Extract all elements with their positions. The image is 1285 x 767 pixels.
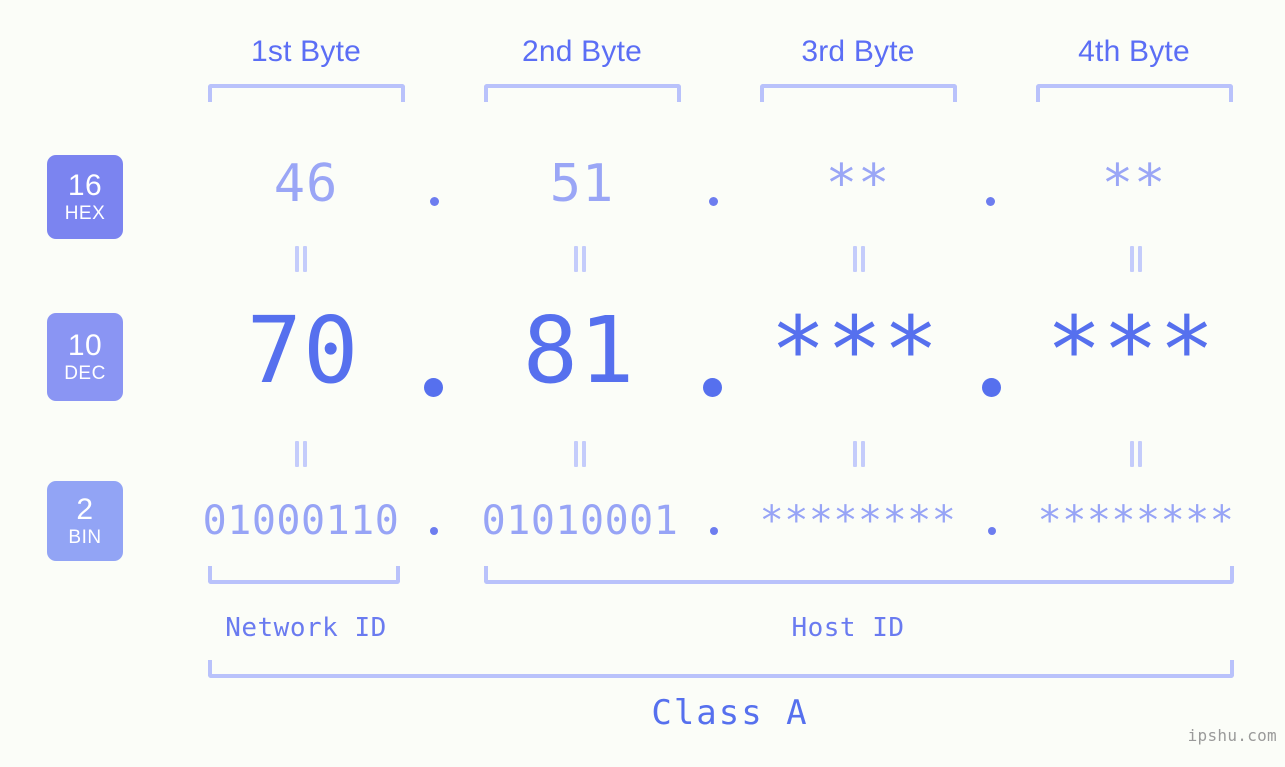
byte-header-4: 4th Byte [1078,35,1190,68]
class-label: Class A [651,693,809,733]
byte-header-3: 3rd Byte [801,35,915,68]
hex-value-byte-1: 46 [273,154,339,214]
ip-address-breakdown-diagram: 1st Byte 2nd Byte 3rd Byte 4th Byte 16 H… [0,0,1285,767]
hex-value-byte-3: ** [825,154,891,214]
byte-bracket-1 [208,84,405,102]
equals-icon-hex-dec-2 [572,246,588,272]
base-badge-bin-number: 2 [76,493,94,526]
byte-header-2: 2nd Byte [521,35,643,68]
dec-value-byte-4: *** [1046,297,1216,404]
equals-icon-hex-dec-4 [1128,246,1144,272]
equals-icon-dec-bin-4 [1128,441,1144,467]
dec-separator-dot-3 [982,378,1001,397]
base-badge-dec: 10 DEC [47,313,123,401]
bin-separator-dot-3 [988,527,996,535]
equals-icon-dec-bin-3 [851,441,867,467]
dec-separator-dot-2 [703,378,722,397]
base-badge-hex-number: 16 [67,169,103,202]
base-badge-hex-label: HEX [64,203,106,224]
base-badge-bin-label: BIN [68,527,102,548]
bin-separator-dot-1 [430,527,438,535]
byte-bracket-3 [760,84,957,102]
base-badge-dec-label: DEC [64,363,106,384]
hex-separator-dot-2 [709,197,718,206]
bin-value-byte-3: ******** [759,498,957,544]
bin-value-byte-1: 01000110 [202,498,400,544]
dec-value-byte-2: 81 [522,297,636,404]
host-id-bracket [484,566,1234,584]
bin-separator-dot-2 [710,527,718,535]
class-bracket [208,660,1234,678]
network-id-bracket [208,566,400,584]
equals-icon-dec-bin-2 [572,441,588,467]
equals-icon-hex-dec-3 [851,246,867,272]
dec-value-byte-1: 70 [246,297,360,404]
hex-separator-dot-3 [986,197,995,206]
base-badge-hex: 16 HEX [47,155,123,239]
host-id-label: Host ID [791,613,905,643]
hex-value-byte-2: 51 [549,154,615,214]
network-id-label: Network ID [225,613,387,643]
byte-bracket-2 [484,84,681,102]
hex-value-byte-4: ** [1101,154,1167,214]
base-badge-dec-number: 10 [67,329,103,362]
dec-value-byte-3: *** [770,297,940,404]
base-badge-bin: 2 BIN [47,481,123,561]
byte-bracket-4 [1036,84,1233,102]
site-watermark: ipshu.com [1187,726,1277,745]
hex-separator-dot-1 [430,197,439,206]
equals-icon-dec-bin-1 [293,441,309,467]
bin-value-byte-2: 01010001 [481,498,679,544]
bin-value-byte-4: ******** [1037,498,1235,544]
byte-header-1: 1st Byte [251,35,361,68]
dec-separator-dot-1 [424,378,443,397]
equals-icon-hex-dec-1 [293,246,309,272]
